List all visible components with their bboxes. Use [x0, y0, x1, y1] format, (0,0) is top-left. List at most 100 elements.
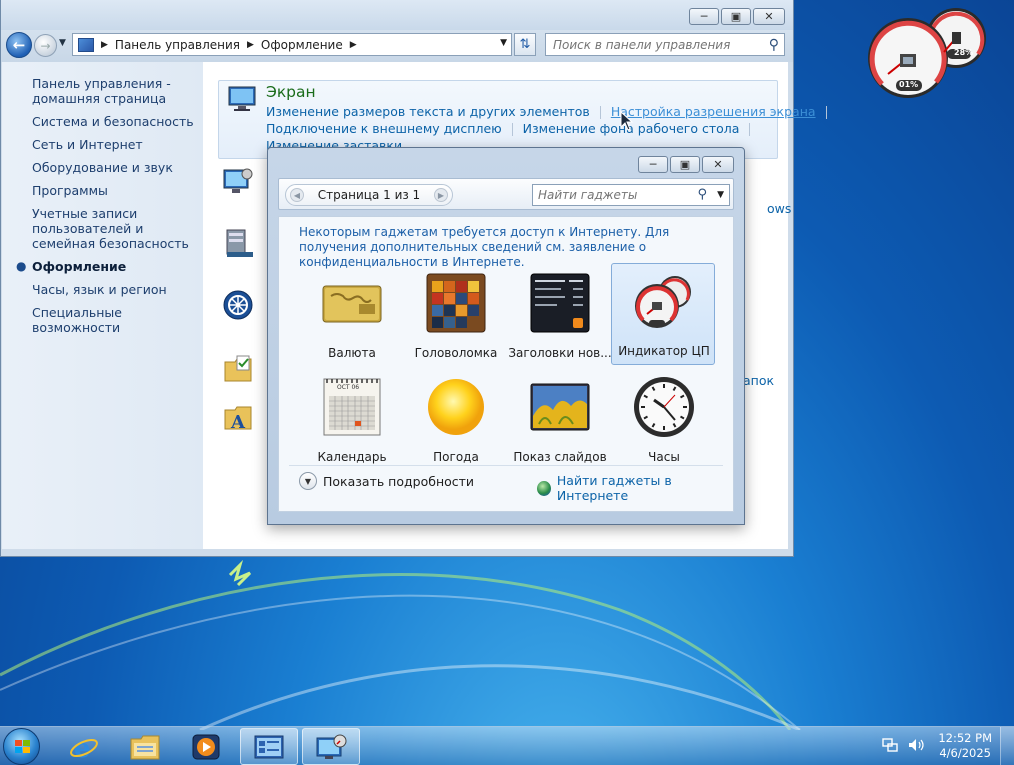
nav-ease-of-access[interactable]: Специальные возможности — [32, 305, 197, 335]
taskbar-control-panel[interactable] — [240, 728, 298, 765]
adjust-text-size-link[interactable]: Изменение размеров текста и других элеме… — [266, 104, 590, 119]
link-divider — [511, 123, 513, 136]
slideshow-gadget-icon — [530, 383, 590, 431]
current-item-bullet-icon: ● — [16, 259, 27, 273]
gallery-toolbar: ◀ Страница 1 из 1 ▶ ⚲ ▼ — [278, 178, 734, 210]
gallery-caption-buttons: ─ ▣ ✕ — [638, 156, 734, 173]
nav-programs[interactable]: Программы — [32, 183, 197, 198]
address-bar[interactable]: ▶ Панель управления ▶ Оформление ▶ ▼ — [72, 33, 512, 56]
windows-logo-icon — [15, 740, 30, 753]
title-bar[interactable]: ─ ▣ ✕ — [1, 0, 793, 30]
svg-text:e: e — [74, 734, 91, 762]
forward-arrow-icon: → — [40, 38, 51, 53]
chevron-down-icon[interactable]: ▼ — [717, 190, 724, 200]
news-headlines-gadget-icon — [530, 273, 590, 333]
nav-appearance[interactable]: ● Оформление — [16, 259, 197, 274]
close-button[interactable]: ✕ — [753, 8, 785, 25]
gadget-weather[interactable]: Погода — [403, 369, 507, 471]
nav-system-security[interactable]: Система и безопасность — [32, 114, 197, 129]
breadcrumb-separator-icon[interactable]: ▶ — [247, 40, 254, 50]
gadget-currency[interactable]: Валюта — [299, 265, 403, 367]
show-details-button[interactable]: ▼ Показать подробности — [299, 472, 474, 490]
gadget-name: Часы — [648, 450, 680, 464]
address-dropdown-icon[interactable]: ▼ — [500, 38, 507, 48]
minimize-icon: ─ — [700, 10, 708, 23]
folders-link-fragment[interactable]: апок — [743, 373, 774, 388]
windows-link-fragment[interactable]: ows — [767, 201, 791, 216]
control-panel-icon — [254, 735, 284, 758]
link-divider — [599, 106, 601, 119]
nav-user-accounts[interactable]: Учетные записи пользователей и семейная … — [32, 206, 197, 251]
search-icon[interactable]: ⚲ — [697, 187, 707, 202]
svg-text:A: A — [230, 412, 246, 432]
show-desktop-button[interactable] — [1000, 727, 1014, 765]
show-details-label: Показать подробности — [323, 473, 475, 489]
gallery-close-button[interactable]: ✕ — [702, 156, 734, 173]
gadget-name: Индикатор ЦП — [618, 344, 710, 358]
breadcrumb-appearance[interactable]: Оформление — [261, 38, 343, 52]
minimize-icon: ─ — [649, 158, 657, 171]
gadget-cpu-meter[interactable]: Индикатор ЦП — [611, 263, 715, 365]
close-icon: ✕ — [764, 10, 774, 23]
taskbar-start-menu-icon — [226, 229, 253, 257]
refresh-icon: ⇅ — [519, 37, 531, 52]
taskbar: e 12:52 PM 4/6/2025 — [0, 726, 1014, 765]
notification-area — [882, 738, 924, 752]
gadget-name: Погода — [433, 450, 479, 464]
search-input[interactable] — [553, 37, 753, 52]
network-icon[interactable] — [882, 738, 898, 752]
forward-button[interactable]: → — [34, 34, 57, 57]
system-clock[interactable]: 12:52 PM 4/6/2025 — [938, 731, 992, 761]
gadget-calendar[interactable]: ОСТ 06 Календарь — [299, 369, 403, 471]
gadget-slideshow[interactable]: Показ слайдов — [507, 369, 611, 471]
next-page-button[interactable]: ▶ — [434, 188, 448, 202]
refresh-button[interactable]: ⇅ — [514, 33, 536, 56]
recent-pages-dropdown[interactable]: ▼ — [59, 38, 66, 48]
cpu-meter-gadget-icon — [635, 276, 691, 328]
taskbar-media-player[interactable] — [177, 728, 235, 765]
get-gadgets-online-link[interactable]: Найти гаджеты в Интернете — [537, 473, 733, 503]
gadget-search[interactable]: ⚲ ▼ — [532, 184, 730, 206]
breadcrumb-separator-icon[interactable]: ▶ — [101, 40, 108, 50]
gadget-news-headlines[interactable]: Заголовки нов... — [507, 265, 612, 367]
gadget-name: Головоломка — [414, 346, 498, 360]
folder-options-icon — [224, 355, 252, 382]
left-navigation-pane: Панель управления - домашняя страница Си… — [2, 62, 203, 549]
gadget-name: Валюта — [328, 346, 376, 360]
gadget-search-input[interactable] — [538, 188, 678, 202]
back-button[interactable]: ← — [6, 32, 32, 58]
gadget-name: Заголовки нов... — [508, 346, 612, 360]
cpu-percent-readout: 01% — [899, 80, 919, 89]
nav-network-internet[interactable]: Сеть и Интернет — [32, 137, 197, 152]
taskbar-windows-explorer[interactable] — [116, 728, 174, 765]
search-icon[interactable]: ⚲ — [769, 37, 779, 53]
gallery-minimize-button[interactable]: ─ — [638, 156, 668, 173]
minimize-button[interactable]: ─ — [689, 8, 719, 25]
gadget-gallery-window: ─ ▣ ✕ ◀ Страница 1 из 1 ▶ ⚲ ▼ Некоторым … — [267, 147, 745, 525]
breadcrumb-control-panel[interactable]: Панель управления — [115, 38, 240, 52]
gadget-clock[interactable]: Часы — [611, 369, 715, 471]
speaker-volume-icon[interactable] — [908, 738, 924, 752]
nav-hardware-sound[interactable]: Оборудование и звук — [32, 160, 197, 175]
calendar-month-label: ОСТ 06 — [337, 384, 360, 391]
display-category-title[interactable]: Экран — [266, 83, 316, 101]
breadcrumb-separator-icon[interactable]: ▶ — [350, 40, 357, 50]
screen-resolution-link[interactable]: Настройка разрешения экрана — [611, 104, 816, 119]
cpu-meter-desktop-gadget[interactable]: 01% 28% — [866, 6, 996, 102]
start-button[interactable] — [3, 728, 40, 765]
taskbar-gadget-gallery[interactable] — [302, 728, 360, 765]
folder-icon — [130, 735, 160, 759]
connect-external-display-link[interactable]: Подключение к внешнему дисплею — [266, 121, 502, 136]
maximize-button[interactable]: ▣ — [721, 8, 751, 25]
navigation-bar: ← → ▼ ▶ Панель управления ▶ Оформление ▶… — [1, 30, 793, 62]
link-divider — [749, 123, 751, 136]
nav-home[interactable]: Панель управления - домашняя страница — [32, 76, 197, 106]
page-navigator: ◀ Страница 1 из 1 ▶ — [285, 184, 453, 206]
control-panel-search[interactable]: ⚲ — [545, 33, 785, 56]
gallery-maximize-button[interactable]: ▣ — [670, 156, 700, 173]
maximize-icon: ▣ — [679, 158, 691, 171]
nav-clock-language-region[interactable]: Часы, язык и регион — [32, 282, 197, 297]
internet-explorer-icon: e — [70, 734, 98, 762]
gadget-puzzle[interactable]: Головоломка — [403, 265, 507, 367]
taskbar-internet-explorer[interactable]: e — [55, 728, 113, 765]
